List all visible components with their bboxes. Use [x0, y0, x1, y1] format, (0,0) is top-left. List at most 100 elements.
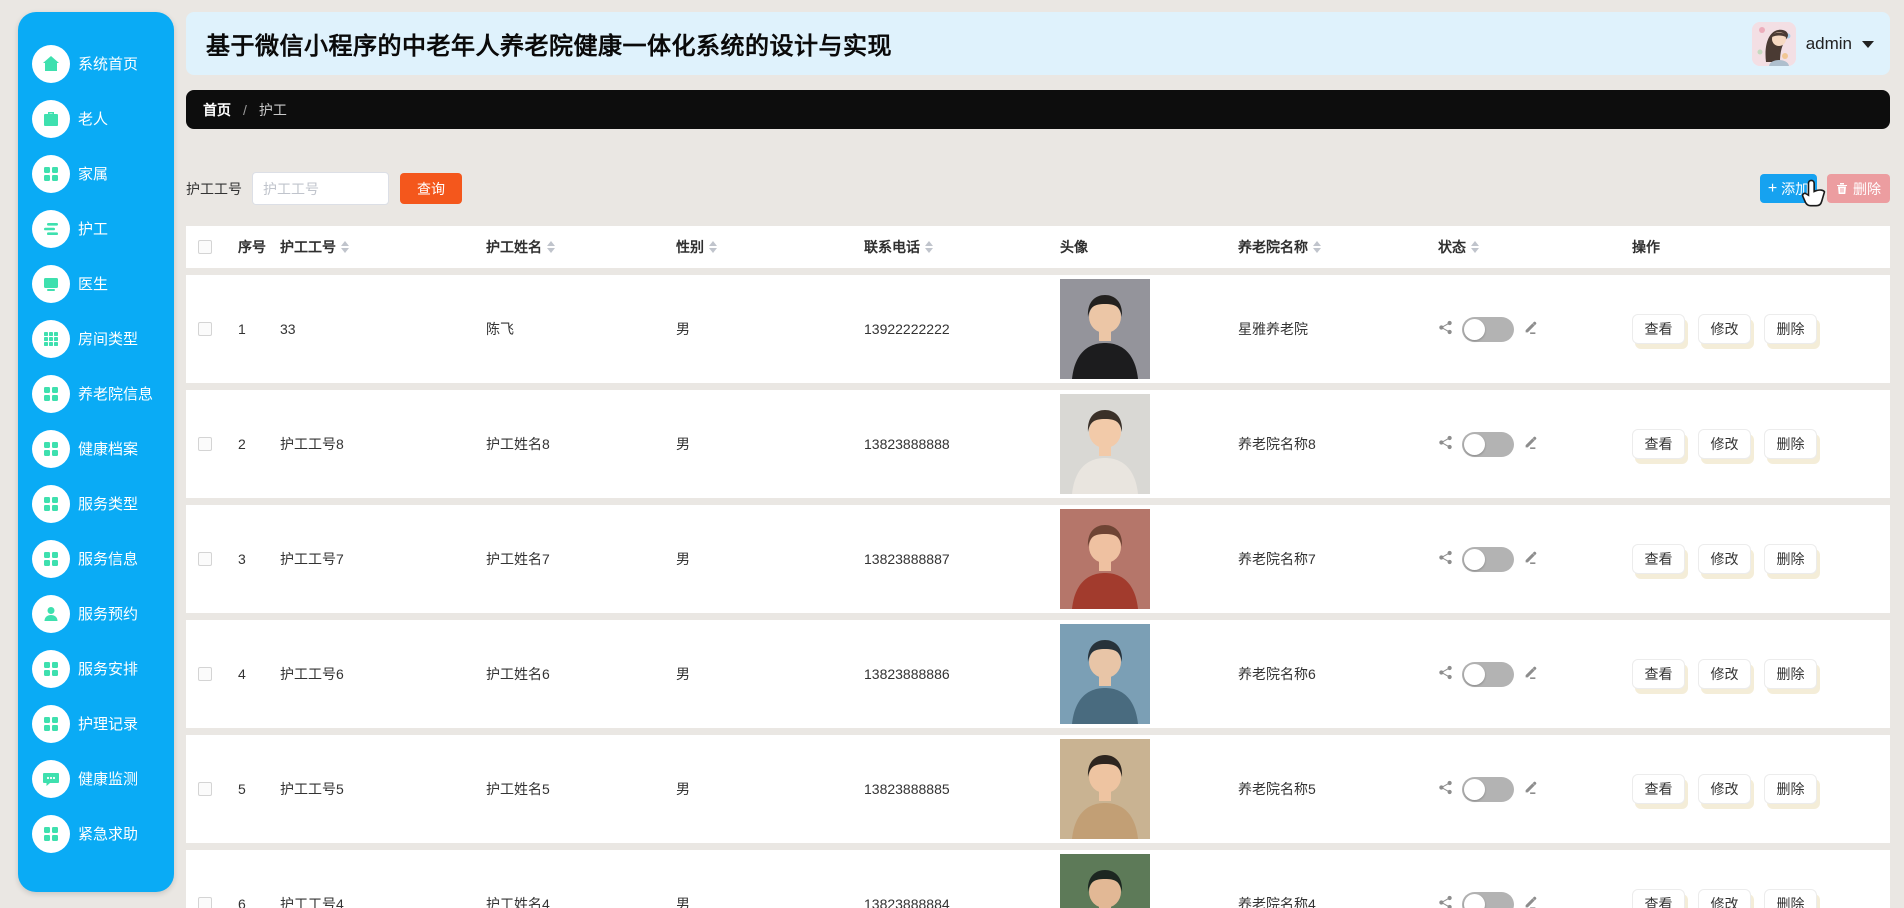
status-toggle[interactable] — [1462, 661, 1514, 687]
cell-worker-id: 护工工号5 — [280, 781, 344, 797]
share-icon[interactable] — [1438, 665, 1453, 683]
share-icon[interactable] — [1438, 320, 1453, 338]
delete-button[interactable]: 删除 — [1764, 429, 1817, 459]
status-toggle[interactable] — [1462, 316, 1514, 342]
status-toggle[interactable] — [1462, 776, 1514, 802]
status-toggle[interactable] — [1462, 891, 1514, 908]
sort-arrows-icon[interactable] — [547, 241, 555, 253]
delete-button[interactable]: 删除 — [1764, 889, 1817, 908]
sidebar-item-doctor[interactable]: 医生 — [18, 256, 174, 311]
edit-icon[interactable] — [1523, 665, 1538, 683]
search-input[interactable] — [252, 172, 389, 205]
delete-button[interactable]: 删除 — [1764, 544, 1817, 574]
sidebar-item-label: 服务类型 — [78, 496, 139, 513]
column-header-label[interactable]: 联系电话 — [864, 237, 920, 257]
table-row: 5 护工工号5 护工姓名5 男 13823888885 养老院名称5 查看 修改 删除 — [186, 735, 1890, 843]
home-icon — [32, 44, 70, 83]
column-header-avatar: 头像 — [1052, 226, 1230, 268]
edit-icon[interactable] — [1523, 320, 1538, 338]
view-button[interactable]: 查看 — [1632, 429, 1685, 459]
column-header-label: 操作 — [1632, 239, 1660, 255]
sort-arrows-icon[interactable] — [925, 241, 933, 253]
row-checkbox[interactable] — [198, 322, 212, 336]
view-button[interactable]: 查看 — [1632, 544, 1685, 574]
kit-icon — [32, 99, 70, 138]
sidebar-item-caregiver[interactable]: 护工 — [18, 201, 174, 256]
table-row: 6 护工工号4 护工姓名4 男 13823888884 养老院名称4 查看 修改 删除 — [186, 850, 1890, 908]
person-icon — [32, 594, 70, 633]
edit-button[interactable]: 修改 — [1698, 314, 1751, 344]
admin-menu[interactable]: admin — [1751, 21, 1874, 66]
toggle-knob — [1464, 548, 1485, 570]
edit-button[interactable]: 修改 — [1698, 429, 1751, 459]
view-button[interactable]: 查看 — [1632, 314, 1685, 344]
row-checkbox[interactable] — [198, 667, 212, 681]
sidebar-item-system-home[interactable]: 系统首页 — [18, 36, 174, 91]
sidebar-item-service-booking[interactable]: 服务预约 — [18, 586, 174, 641]
sidebar-item-nursing-home-info[interactable]: 养老院信息 — [18, 366, 174, 421]
delete-button[interactable]: 删除 — [1764, 774, 1817, 804]
grid-icon — [32, 154, 70, 193]
edit-icon[interactable] — [1523, 550, 1538, 568]
sidebar-item-elderly[interactable]: 老人 — [18, 91, 174, 146]
sidebar-item-health-monitor[interactable]: 健康监测 — [18, 751, 174, 806]
row-checkbox[interactable] — [198, 782, 212, 796]
view-button[interactable]: 查看 — [1632, 774, 1685, 804]
select-all-checkbox[interactable] — [198, 240, 212, 254]
sidebar-item-room-type[interactable]: 房间类型 — [18, 311, 174, 366]
column-header-label[interactable]: 状态 — [1438, 237, 1466, 257]
status-toggle[interactable] — [1462, 431, 1514, 457]
edit-icon[interactable] — [1523, 435, 1538, 453]
view-button[interactable]: 查看 — [1632, 889, 1685, 908]
breadcrumb: 首页 / 护工 — [186, 90, 1890, 129]
batch-delete-button[interactable]: 删除 — [1827, 174, 1890, 203]
sidebar-item-health-record[interactable]: 健康档案 — [18, 421, 174, 476]
view-button[interactable]: 查看 — [1632, 659, 1685, 689]
column-header-actions: 操作 — [1624, 226, 1890, 268]
edit-icon[interactable] — [1523, 780, 1538, 798]
sort-arrows-icon[interactable] — [341, 241, 349, 253]
delete-button[interactable]: 删除 — [1764, 659, 1817, 689]
cell-status — [1430, 390, 1624, 498]
admin-name: admin — [1805, 33, 1852, 53]
row-checkbox[interactable] — [198, 437, 212, 451]
column-header-label[interactable]: 养老院名称 — [1238, 237, 1308, 257]
share-icon[interactable] — [1438, 550, 1453, 568]
sidebar-item-service-schedule[interactable]: 服务安排 — [18, 641, 174, 696]
sidebar-item-service-type[interactable]: 服务类型 — [18, 476, 174, 531]
cell-status — [1430, 735, 1624, 843]
sidebar-item-care-record[interactable]: 护理记录 — [18, 696, 174, 751]
query-button[interactable]: 查询 — [400, 173, 462, 204]
edit-button[interactable]: 修改 — [1698, 544, 1751, 574]
sort-arrows-icon[interactable] — [1313, 241, 1321, 253]
column-header-label[interactable]: 护工姓名 — [486, 237, 542, 257]
edit-icon[interactable] — [1523, 895, 1538, 908]
cell-gender: 男 — [676, 896, 690, 908]
sidebar-item-label: 健康档案 — [78, 441, 139, 458]
sidebar-item-family[interactable]: 家属 — [18, 146, 174, 201]
column-header-label[interactable]: 护工工号 — [280, 237, 336, 257]
delete-button[interactable]: 删除 — [1764, 314, 1817, 344]
edit-button[interactable]: 修改 — [1698, 659, 1751, 689]
edit-button[interactable]: 修改 — [1698, 774, 1751, 804]
add-button[interactable]: + 添加 — [1760, 174, 1817, 203]
status-toggle[interactable] — [1462, 546, 1514, 572]
share-icon[interactable] — [1438, 435, 1453, 453]
row-checkbox[interactable] — [198, 552, 212, 566]
cell-avatar — [1052, 850, 1230, 908]
cell-gender: 男 — [676, 436, 690, 452]
sidebar-item-emergency-help[interactable]: 紧急求助 — [18, 806, 174, 861]
row-checkbox[interactable] — [198, 897, 212, 908]
cell-avatar — [1052, 275, 1230, 383]
share-icon[interactable] — [1438, 895, 1453, 908]
cell-gender: 男 — [676, 321, 690, 337]
column-header-label[interactable]: 性别 — [676, 237, 704, 257]
sidebar-item-service-info[interactable]: 服务信息 — [18, 531, 174, 586]
share-icon[interactable] — [1438, 780, 1453, 798]
cell-status — [1430, 620, 1624, 728]
sort-arrows-icon[interactable] — [709, 241, 717, 253]
table-row: 4 护工工号6 护工姓名6 男 13823888886 养老院名称6 查看 修改 删除 — [186, 620, 1890, 728]
edit-button[interactable]: 修改 — [1698, 889, 1751, 908]
sort-arrows-icon[interactable] — [1471, 241, 1479, 253]
breadcrumb-home-link[interactable]: 首页 — [203, 100, 231, 120]
